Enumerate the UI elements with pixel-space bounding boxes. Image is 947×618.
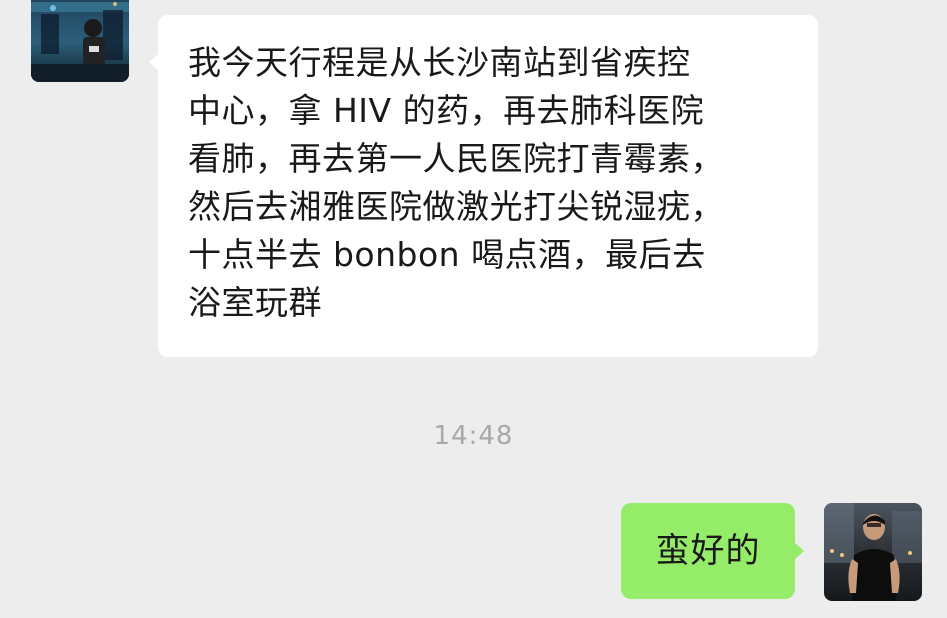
self-avatar-photo-icon bbox=[824, 503, 922, 601]
message-line: 看肺，再去第一人民医院打青霉素， bbox=[188, 139, 724, 178]
message-line: 十点半去 bonbon 喝点酒，最后去 bbox=[188, 235, 706, 274]
contact-avatar[interactable] bbox=[31, 0, 129, 82]
incoming-message-text: 我今天行程是从长沙南站到省疾控 中心，拿 HIV 的药，再去肺科医院 看肺，再去… bbox=[188, 39, 800, 327]
message-timestamp: 14:48 bbox=[433, 421, 514, 451]
contact-avatar-photo-icon bbox=[31, 0, 129, 82]
bubble-tail bbox=[794, 542, 804, 560]
outgoing-message-text: 蛮好的 bbox=[655, 531, 761, 571]
incoming-message-bubble[interactable]: 我今天行程是从长沙南站到省疾控 中心，拿 HIV 的药，再去肺科医院 看肺，再去… bbox=[149, 15, 818, 357]
bubble-tail bbox=[149, 53, 159, 71]
self-avatar[interactable] bbox=[824, 503, 922, 601]
message-line: 浴室玩群 bbox=[188, 283, 322, 322]
chat-window: 我今天行程是从长沙南站到省疾控 中心，拿 HIV 的药，再去肺科医院 看肺，再去… bbox=[0, 0, 947, 618]
message-line: 我今天行程是从长沙南站到省疾控 bbox=[188, 43, 691, 82]
message-line: 中心，拿 HIV 的药，再去肺科医院 bbox=[188, 91, 705, 130]
message-line: 然后去湘雅医院做激光打尖锐湿疣， bbox=[188, 187, 724, 226]
outgoing-message-bubble[interactable]: 蛮好的 bbox=[621, 503, 804, 599]
